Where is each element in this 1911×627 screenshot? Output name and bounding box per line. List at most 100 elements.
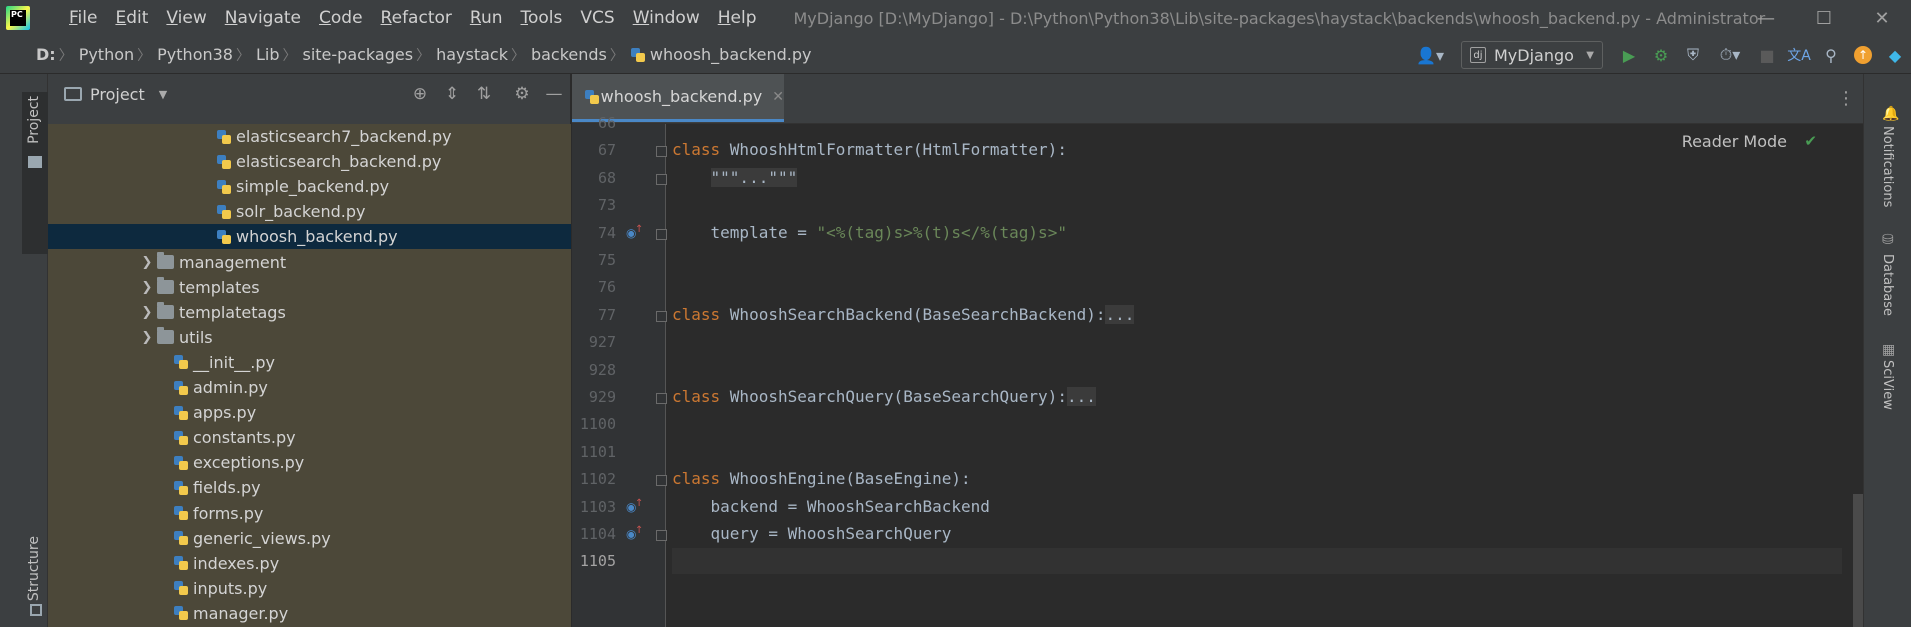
- code-line[interactable]: [672, 548, 1842, 575]
- menu-item[interactable]: Window: [624, 0, 709, 36]
- chevron-down-icon[interactable]: ▼: [159, 88, 167, 101]
- gear-icon[interactable]: ⚙: [506, 84, 538, 104]
- maximize-button[interactable]: ☐: [1795, 0, 1853, 36]
- breadcrumb-item[interactable]: backends: [531, 45, 607, 64]
- reader-mode-button[interactable]: Reader Mode: [1682, 132, 1787, 151]
- code-line[interactable]: [672, 329, 1842, 355]
- vertical-scrollbar[interactable]: [1853, 494, 1863, 627]
- more-options-icon[interactable]: ⋮: [1837, 88, 1855, 109]
- fold-toggle-icon[interactable]: [656, 475, 667, 487]
- breadcrumb-item[interactable]: Lib: [256, 45, 280, 64]
- code-line[interactable]: class WhooshSearchBackend(BaseSearchBack…: [672, 302, 1842, 328]
- fold-toggle-icon[interactable]: [656, 530, 667, 541]
- code-line[interactable]: class WhooshEngine(BaseEngine):: [672, 466, 1842, 492]
- fold-toggle-icon[interactable]: [656, 310, 667, 322]
- tree-folder[interactable]: ❯ utils: [48, 325, 571, 350]
- tree-file[interactable]: admin.py: [48, 375, 571, 400]
- add-user-icon[interactable]: 👤▾: [1409, 39, 1451, 71]
- tree-file[interactable]: forms.py: [48, 501, 571, 526]
- menu-item[interactable]: Code: [310, 0, 372, 36]
- code-line[interactable]: template = "<%(tag)s>%(t)s</%(tag)s>": [672, 220, 1842, 246]
- tree-file[interactable]: elasticsearch_backend.py: [48, 149, 571, 174]
- debug-icon[interactable]: ⚙: [1645, 39, 1677, 71]
- breadcrumb-item[interactable]: Python: [79, 45, 134, 64]
- tree-folder[interactable]: ❯ templates: [48, 275, 571, 300]
- menu-item[interactable]: Navigate: [216, 0, 310, 36]
- chevron-right-icon[interactable]: ❯: [137, 280, 157, 295]
- collapse-all-icon[interactable]: ⇅: [468, 84, 500, 104]
- sciview-tool-label[interactable]: SciView: [1880, 360, 1895, 410]
- tree-file[interactable]: exceptions.py: [48, 450, 571, 475]
- menu-item[interactable]: View: [157, 0, 215, 36]
- expand-all-icon[interactable]: ⇕: [436, 84, 468, 104]
- tree-file[interactable]: inputs.py: [48, 576, 571, 601]
- close-tab-icon[interactable]: ✕: [772, 89, 784, 105]
- tree-file[interactable]: constants.py: [48, 425, 571, 450]
- fold-toggle-icon[interactable]: [656, 228, 667, 240]
- project-title[interactable]: Project: [90, 85, 145, 104]
- menu-item[interactable]: Tools: [512, 0, 572, 36]
- breadcrumb-item[interactable]: D:: [36, 45, 56, 64]
- update-icon[interactable]: ↑: [1847, 39, 1879, 71]
- code-line[interactable]: """...""": [672, 165, 1842, 191]
- override-marker-icon[interactable]: ◉ ↑: [626, 224, 644, 244]
- tree-file[interactable]: indexes.py: [48, 551, 571, 576]
- tree-file[interactable]: __init__.py: [48, 350, 571, 375]
- menu-item[interactable]: Refactor: [372, 0, 461, 36]
- code-line[interactable]: backend = WhooshSearchBackend: [672, 494, 1842, 520]
- code-line[interactable]: class WhooshSearchQuery(BaseSearchQuery)…: [672, 384, 1842, 410]
- chevron-right-icon[interactable]: ❯: [137, 330, 157, 345]
- run-icon[interactable]: ▶: [1613, 39, 1645, 71]
- breadcrumb-item[interactable]: haystack: [436, 45, 508, 64]
- menu-item[interactable]: Edit: [106, 0, 157, 36]
- profile-icon[interactable]: ⏱▾: [1709, 39, 1751, 71]
- plugin-logo-icon[interactable]: ◆: [1879, 39, 1911, 71]
- code-line[interactable]: class WhooshHtmlFormatter(HtmlFormatter)…: [672, 137, 1842, 163]
- code-line[interactable]: [672, 192, 1842, 218]
- tree-file[interactable]: generic_views.py: [48, 526, 571, 551]
- minimize-button[interactable]: —: [1737, 0, 1795, 36]
- menu-item[interactable]: Help: [709, 0, 766, 36]
- code-line[interactable]: query = WhooshSearchQuery: [672, 521, 1842, 547]
- fold-toggle-icon[interactable]: [656, 173, 667, 185]
- code-line[interactable]: [672, 439, 1842, 465]
- code-line[interactable]: [672, 411, 1842, 437]
- coverage-icon[interactable]: ⛨: [1677, 39, 1709, 71]
- inspection-ok-icon[interactable]: ✔: [1804, 132, 1817, 150]
- tree-file[interactable]: whoosh_backend.py: [48, 224, 571, 250]
- hide-icon[interactable]: —: [538, 84, 570, 104]
- structure-tool-label[interactable]: Structure: [26, 536, 42, 601]
- pycharm-logo-icon[interactable]: PC: [0, 0, 36, 36]
- fold-toggle-icon[interactable]: [656, 146, 667, 158]
- tree-file[interactable]: simple_backend.py: [48, 174, 571, 199]
- menu-item[interactable]: Run: [461, 0, 512, 36]
- tree-file[interactable]: fields.py: [48, 475, 571, 500]
- code-line[interactable]: [672, 247, 1842, 273]
- locate-icon[interactable]: ⊕: [404, 84, 436, 104]
- menu-item[interactable]: VCS: [571, 0, 623, 36]
- search-icon[interactable]: ⚲: [1815, 39, 1847, 71]
- breadcrumb-item[interactable]: Python38: [157, 45, 233, 64]
- menu-item[interactable]: File: [60, 0, 106, 36]
- chevron-right-icon[interactable]: ❯: [137, 255, 157, 270]
- tree-file[interactable]: apps.py: [48, 400, 571, 425]
- fold-toggle-icon[interactable]: [656, 393, 667, 404]
- project-tool-label[interactable]: Project: [26, 96, 42, 144]
- translate-icon[interactable]: 文A: [1783, 39, 1815, 71]
- tree-file[interactable]: elasticsearch7_backend.py: [48, 124, 571, 149]
- tree-folder[interactable]: ❯ management: [48, 250, 571, 275]
- close-button[interactable]: ✕: [1853, 0, 1911, 36]
- override-marker-icon[interactable]: ◉ ↑: [626, 498, 644, 518]
- run-configuration-select[interactable]: dj MyDjango ▼: [1461, 41, 1603, 69]
- database-tool-label[interactable]: Database: [1880, 254, 1895, 316]
- override-marker-icon[interactable]: ◉ ↑: [626, 525, 644, 545]
- notifications-tool-label[interactable]: Notifications: [1880, 126, 1895, 207]
- code-line[interactable]: [672, 110, 1842, 136]
- code-line[interactable]: [672, 274, 1842, 300]
- chevron-right-icon[interactable]: ❯: [137, 305, 157, 320]
- code-area[interactable]: class WhooshHtmlFormatter(HtmlFormatter)…: [672, 124, 1842, 627]
- tree-file[interactable]: solr_backend.py: [48, 199, 571, 224]
- stop-icon[interactable]: ■: [1751, 39, 1783, 71]
- breadcrumb-item[interactable]: site-packages: [303, 45, 414, 64]
- breadcrumb-item[interactable]: whoosh_backend.py: [630, 45, 811, 64]
